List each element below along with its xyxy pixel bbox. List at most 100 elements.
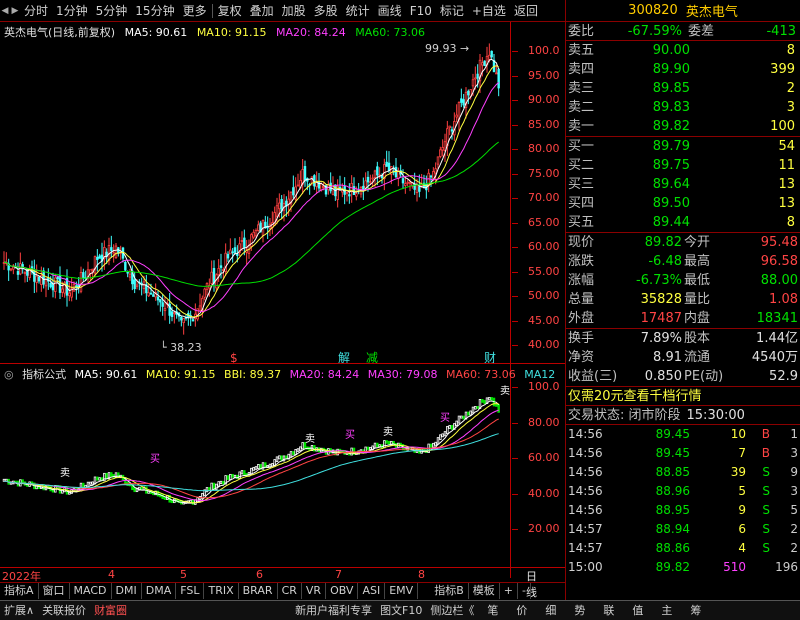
tab-add[interactable]: + xyxy=(500,583,518,599)
ask-row[interactable]: 卖五 90.00 8 xyxy=(566,41,800,60)
price-axis-tick xyxy=(512,149,518,150)
ask-row[interactable]: 卖四 89.90 399 xyxy=(566,60,800,79)
ask-volume: 2 xyxy=(786,81,795,96)
price-axis-tick xyxy=(512,173,518,175)
tick-row[interactable]: 14:56 89.45 10 B 1 xyxy=(566,425,800,444)
tab-fsl[interactable]: FSL xyxy=(176,583,205,599)
tab-window[interactable]: 窗口 xyxy=(39,583,70,599)
toolbar-item-1min[interactable]: 1分钟 xyxy=(52,0,92,22)
tab-trix[interactable]: TRIX xyxy=(204,583,239,599)
side-tab-value[interactable]: 值 xyxy=(623,601,652,620)
price-axis-label: 60.00 xyxy=(528,240,560,253)
tab-template[interactable]: 模板 xyxy=(469,583,500,599)
bid-row[interactable]: 买五 89.44 8 xyxy=(566,213,800,232)
toolbar-item-statistics[interactable]: 统计 xyxy=(342,0,374,22)
price-stats: 现价 89.82 今开 95.48 涨跌 -6.48 最高 96.58 涨幅 -6.73% 最低 88… xyxy=(566,233,800,329)
candle-body xyxy=(497,68,500,89)
candle-body xyxy=(16,271,20,275)
side-tab-main[interactable]: 主 xyxy=(652,601,681,620)
toolbar-item-watchlist[interactable]: +自选 xyxy=(468,0,510,22)
tick-row[interactable]: 14:56 88.96 5 S 3 xyxy=(566,482,800,501)
nav-right-icon[interactable]: ▶ xyxy=(10,0,20,22)
ask-row[interactable]: 卖三 89.85 2 xyxy=(566,79,800,98)
toolbar-item-overlay[interactable]: 叠加 xyxy=(246,0,278,22)
ask-row[interactable]: 卖二 89.83 3 xyxy=(566,98,800,117)
side-tab-trend[interactable]: 势 xyxy=(565,601,594,620)
toolbar-item-mark[interactable]: 标记 xyxy=(436,0,468,22)
toolbar-item-timeshare[interactable]: 分时 xyxy=(20,0,52,22)
tab-vr[interactable]: VR xyxy=(302,583,327,599)
indicator-bar xyxy=(98,477,101,481)
toolbar-item-adjust[interactable]: 复权 xyxy=(214,0,246,22)
indicator-bar xyxy=(289,451,293,457)
tab-asi[interactable]: ASI xyxy=(358,583,386,599)
tab-brar[interactable]: BRAR xyxy=(239,583,278,599)
toolbar-item-15min[interactable]: 15分钟 xyxy=(131,0,178,22)
tab-remove[interactable]: - xyxy=(518,583,531,599)
date-label-jul: 7 xyxy=(335,568,342,581)
bid-row[interactable]: 买四 89.50 13 xyxy=(566,194,800,213)
tab-emv[interactable]: EMV xyxy=(385,583,419,599)
side-tab-price[interactable]: 价 xyxy=(507,601,536,620)
indicator-chart[interactable]: 卖买卖买卖买卖 xyxy=(0,380,510,565)
side-tab-linked[interactable]: 联 xyxy=(594,601,623,620)
promo-banner[interactable]: 仅需20元查看千档行情 xyxy=(566,387,800,406)
side-tab-ticks[interactable]: 笔 xyxy=(478,601,507,620)
tick-row[interactable]: 14:56 88.95 9 S 5 xyxy=(566,501,800,520)
indicator-bar xyxy=(462,415,465,420)
related-quote-button[interactable]: 关联报价 xyxy=(38,601,90,620)
indicator-bar xyxy=(481,399,484,403)
candle-body xyxy=(275,205,279,217)
ask-price: 89.90 xyxy=(652,62,690,77)
nav-left-icon[interactable]: ◀ xyxy=(0,0,10,22)
candle-body xyxy=(418,186,421,192)
toolbar-item-f10[interactable]: F10 xyxy=(406,0,436,22)
tick-list[interactable]: 14:56 89.45 10 B 1 14:56 89.45 7 B 3 14:56 88.85 39 S… xyxy=(566,425,800,577)
wealth-circle-button[interactable]: 财富圈 xyxy=(90,601,131,620)
tab-dmi[interactable]: DMI xyxy=(112,583,142,599)
candle-body xyxy=(79,271,83,292)
toolbar-item-draw[interactable]: 画线 xyxy=(374,0,406,22)
stat-value: -6.73% xyxy=(636,273,682,288)
candle-body xyxy=(296,184,300,187)
candle-body xyxy=(98,255,101,259)
tick-row[interactable]: 14:56 89.45 7 B 3 xyxy=(566,444,800,463)
toolbar-item-add-stock[interactable]: 加股 xyxy=(278,0,310,22)
fundamental-value: 4540万 xyxy=(751,350,798,365)
bid-row[interactable]: 买二 89.75 11 xyxy=(566,156,800,175)
bid-row[interactable]: 买一 89.79 54 xyxy=(566,137,800,156)
side-tab-detail[interactable]: 细 xyxy=(536,601,565,620)
stat-value: 96.58 xyxy=(760,254,798,269)
tick-row[interactable]: 14:56 88.85 39 S 9 xyxy=(566,463,800,482)
tab-indicator-b[interactable]: 指标B xyxy=(430,583,469,599)
promo-text[interactable]: 仅需20元查看千档行情 xyxy=(568,387,702,406)
sidebar-toggle-button[interactable]: 侧边栏《 xyxy=(426,601,478,620)
side-tab-chips[interactable]: 筹 xyxy=(681,601,710,620)
indicator-bar xyxy=(240,470,244,475)
toolbar-item-multi-stock[interactable]: 多股 xyxy=(310,0,342,22)
tab-dma[interactable]: DMA xyxy=(142,583,177,599)
toolbar-item-5min[interactable]: 5分钟 xyxy=(92,0,132,22)
stat-label: 现价 xyxy=(568,235,595,250)
new-user-promo-link[interactable]: 新用户福利专享 xyxy=(291,601,376,620)
candle-body xyxy=(432,171,435,180)
tab-indicator-a[interactable]: 指标A xyxy=(0,583,39,599)
tick-row[interactable]: 14:57 88.94 6 S 2 xyxy=(566,520,800,539)
tab-macd[interactable]: MACD xyxy=(70,583,112,599)
tick-row[interactable]: 15:00 89.82 510 196 xyxy=(566,558,800,577)
bid-row[interactable]: 买三 89.64 13 xyxy=(566,175,800,194)
tab-obv[interactable]: OBV xyxy=(326,583,359,599)
tick-row[interactable]: 14:57 88.86 4 S 2 xyxy=(566,539,800,558)
expand-button[interactable]: 扩展∧ xyxy=(0,601,38,620)
ask-row[interactable]: 卖一 89.82 100 xyxy=(566,117,800,136)
wei-bi-value: -67.59% xyxy=(627,23,682,39)
candlestick-chart[interactable]: 99.93 →└ 38.23$ 解减财 xyxy=(0,38,510,368)
tab-cr[interactable]: CR xyxy=(278,583,302,599)
toolbar-item-more[interactable]: 更多 xyxy=(179,0,211,22)
toolbar-item-back[interactable]: 返回 xyxy=(510,0,542,22)
tick-count: 3 xyxy=(790,446,798,460)
indicator-bar xyxy=(429,443,433,448)
stock-header: 300820 英杰电气 xyxy=(566,0,800,22)
fundamental-value: 1.44亿 xyxy=(756,331,798,346)
f10-graphic-button[interactable]: 图文F10 xyxy=(376,601,426,620)
